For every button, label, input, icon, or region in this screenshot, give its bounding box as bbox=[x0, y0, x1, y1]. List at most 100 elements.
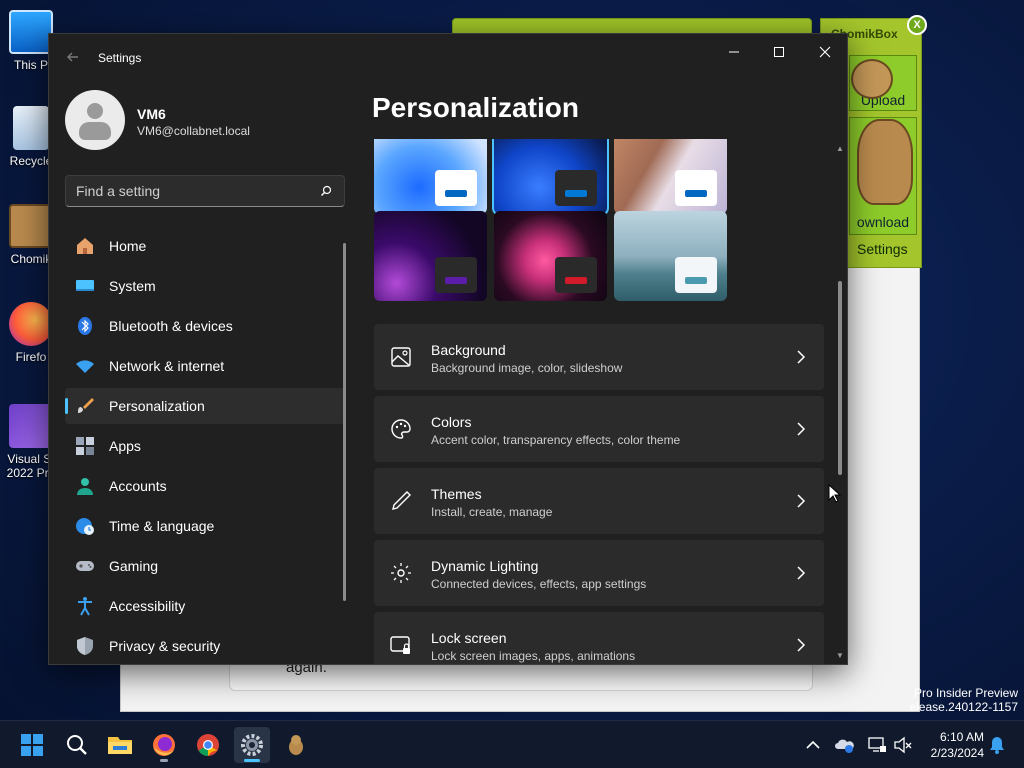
sidebar-item-label: Time & language bbox=[109, 518, 215, 534]
clock-time: 6:10 AM bbox=[939, 730, 984, 744]
clock-date: 2/23/2024 bbox=[930, 746, 984, 760]
user-name: VM6 bbox=[137, 106, 166, 122]
running-indicator bbox=[160, 759, 168, 762]
person-icon bbox=[77, 478, 93, 495]
option-title: Dynamic Lighting bbox=[431, 558, 539, 574]
taskbar-file-explorer[interactable] bbox=[102, 727, 138, 763]
back-arrow-icon[interactable] bbox=[65, 49, 81, 65]
system-icon bbox=[76, 280, 94, 291]
windows-logo-icon bbox=[21, 734, 43, 756]
theme-thumbnail-flow[interactable] bbox=[494, 211, 607, 301]
sidebar-item-label: Accounts bbox=[109, 478, 167, 494]
sidebar-item-label: Privacy & security bbox=[109, 638, 221, 654]
avatar[interactable] bbox=[65, 90, 125, 150]
sidebar-item-label: Gaming bbox=[109, 558, 159, 574]
sidebar-item-time-language[interactable]: Time & language bbox=[65, 508, 345, 544]
theme-thumbnail-glow[interactable] bbox=[374, 211, 487, 301]
firefox-icon bbox=[153, 734, 175, 756]
sidebar-item-label: Personalization bbox=[109, 398, 205, 414]
theme-accent-chip bbox=[555, 257, 597, 293]
palette-icon bbox=[391, 419, 411, 439]
taskbar-clock[interactable]: 6:10 AM 2/23/2024 bbox=[924, 729, 984, 761]
watermark-line: elease.240122-1157 bbox=[909, 700, 1018, 714]
scroll-up-arrow-icon[interactable]: ▲ bbox=[836, 144, 844, 153]
option-title: Background bbox=[431, 342, 506, 358]
close-icon bbox=[819, 46, 831, 58]
scroll-down-arrow-icon[interactable]: ▼ bbox=[836, 651, 844, 660]
image-icon bbox=[391, 347, 411, 367]
minimize-icon bbox=[729, 51, 739, 53]
sidebar-item-apps[interactable]: Apps bbox=[65, 428, 345, 464]
sidebar-item-gaming[interactable]: Gaming bbox=[65, 548, 345, 584]
option-themes[interactable]: Themes Install, create, manage bbox=[374, 468, 824, 534]
chomikbox-settings-button[interactable]: Settings bbox=[857, 241, 908, 257]
theme-thumbnail-captured-motion[interactable] bbox=[614, 139, 727, 214]
option-subtitle: Accent color, transparency effects, colo… bbox=[431, 433, 681, 447]
minimize-button[interactable] bbox=[716, 40, 752, 68]
sidebar-item-label: Bluetooth & devices bbox=[109, 318, 233, 334]
sidebar-item-privacy[interactable]: Privacy & security bbox=[65, 628, 345, 664]
sidebar-scrollbar[interactable] bbox=[343, 243, 346, 601]
monitor-icon bbox=[9, 10, 53, 54]
maximize-icon bbox=[774, 47, 784, 57]
close-button[interactable] bbox=[807, 40, 843, 68]
maximize-button[interactable] bbox=[761, 40, 797, 68]
notification-bell-icon[interactable] bbox=[987, 735, 1007, 755]
home-icon bbox=[77, 238, 93, 254]
chevron-right-icon bbox=[797, 494, 806, 508]
theme-thumbnail-windows-light[interactable] bbox=[374, 139, 487, 214]
sidebar-item-personalization[interactable]: Personalization bbox=[65, 388, 345, 424]
taskbar-settings[interactable] bbox=[234, 727, 270, 763]
option-dynamic-lighting[interactable]: Dynamic Lighting Connected devices, effe… bbox=[374, 540, 824, 606]
option-subtitle: Background image, color, slideshow bbox=[431, 361, 623, 375]
sidebar-nav: Home System Bluetooth & devices Network … bbox=[65, 228, 345, 668]
option-colors[interactable]: Colors Accent color, transparency effect… bbox=[374, 396, 824, 462]
taskbar-firefox[interactable] bbox=[146, 727, 182, 763]
search-icon[interactable] bbox=[320, 185, 332, 197]
option-background[interactable]: Background Background image, color, slid… bbox=[374, 324, 824, 390]
taskbar-chomikbox[interactable] bbox=[278, 727, 314, 763]
brush-icon bbox=[78, 398, 94, 413]
sidebar-item-label: Apps bbox=[109, 438, 141, 454]
start-button[interactable] bbox=[14, 727, 50, 763]
user-email: VM6@collabnet.local bbox=[137, 124, 250, 138]
avatar-head bbox=[87, 103, 103, 119]
sidebar-item-accounts[interactable]: Accounts bbox=[65, 468, 345, 504]
chevron-up-icon[interactable] bbox=[803, 735, 823, 755]
hamster-icon bbox=[9, 204, 53, 248]
sidebar-item-system[interactable]: System bbox=[65, 268, 345, 304]
lock-screen-icon bbox=[390, 636, 410, 654]
personalization-options: Background Background image, color, slid… bbox=[374, 324, 824, 664]
theme-accent-chip bbox=[675, 170, 717, 206]
chrome-icon bbox=[197, 734, 219, 756]
sidebar-item-label: Network & internet bbox=[109, 358, 225, 374]
taskbar-search-button[interactable] bbox=[58, 727, 94, 763]
option-subtitle: Lock screen images, apps, animations bbox=[431, 649, 636, 663]
taskbar: 6:10 AM 2/23/2024 bbox=[0, 720, 1024, 768]
sidebar-item-network[interactable]: Network & internet bbox=[65, 348, 345, 384]
network-icon[interactable] bbox=[867, 735, 887, 755]
theme-thumbnail-windows-dark[interactable] bbox=[492, 139, 609, 216]
sidebar-item-bluetooth[interactable]: Bluetooth & devices bbox=[65, 308, 345, 344]
sidebar-item-accessibility[interactable]: Accessibility bbox=[65, 588, 345, 624]
visual-studio-icon bbox=[9, 404, 53, 448]
search-icon bbox=[67, 735, 87, 755]
download-label: ownload bbox=[856, 214, 910, 230]
search-box[interactable] bbox=[65, 175, 345, 207]
volume-muted-icon[interactable] bbox=[893, 735, 913, 755]
pen-icon bbox=[392, 491, 411, 510]
taskbar-chrome[interactable] bbox=[190, 727, 226, 763]
hamster-icon bbox=[289, 735, 303, 755]
sidebar-item-home[interactable]: Home bbox=[65, 228, 345, 264]
chomikbox-close-button[interactable]: X bbox=[907, 15, 927, 35]
content-scrollbar[interactable] bbox=[838, 281, 842, 475]
onedrive-icon[interactable] bbox=[835, 735, 855, 755]
theme-thumbnail-sunrise[interactable] bbox=[614, 211, 727, 301]
option-lock-screen[interactable]: Lock screen Lock screen images, apps, an… bbox=[374, 612, 824, 664]
watermark-line: Pro Insider Preview bbox=[913, 686, 1018, 700]
option-title: Lock screen bbox=[431, 630, 507, 646]
search-input[interactable] bbox=[66, 176, 306, 206]
option-subtitle: Install, create, manage bbox=[431, 505, 553, 519]
chevron-right-icon bbox=[797, 566, 806, 580]
chevron-right-icon bbox=[797, 350, 806, 364]
